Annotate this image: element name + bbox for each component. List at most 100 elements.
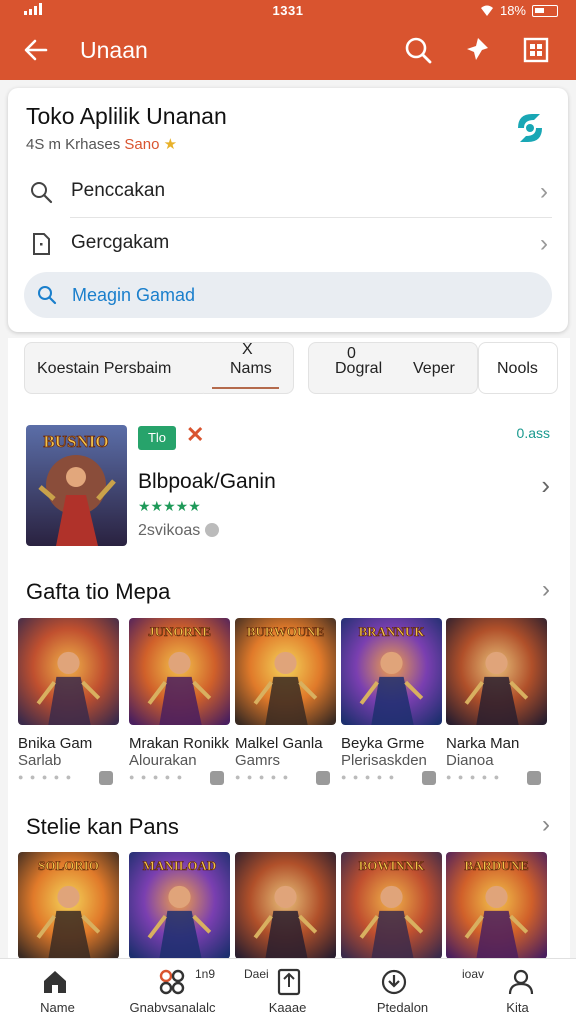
game-art: BURWOUNE [235, 618, 336, 725]
game-tile[interactable]: MANILOAD [129, 852, 230, 959]
chevron-right-icon[interactable]: › [542, 576, 550, 604]
home-icon [44, 971, 66, 993]
nav-label: Name [40, 1000, 75, 1015]
wifi-icon [480, 5, 493, 16]
game-tile[interactable]: BRANNUK Beyka Grme Plerisaskden ● ● ● ● ● [341, 618, 442, 785]
store-title: Toko Aplilik Unanan [26, 103, 227, 129]
info-icon [527, 771, 541, 785]
chip-close-icon: X [242, 341, 253, 358]
nav-apps[interactable]: Daei Kaaae [230, 959, 345, 1024]
store-meta: 4S m Krhases Sano ★ [26, 135, 177, 153]
section-title: Stelie kan Pans [26, 814, 179, 839]
app-info-card: Toko Aplilik Unanan 4S m Krhases Sano ★ … [8, 88, 568, 332]
game-tile[interactable] [235, 852, 336, 959]
apps-icon [277, 968, 301, 996]
chip-dogral[interactable]: 0 Dogral Veper [308, 342, 478, 394]
brand-logo-icon [518, 114, 542, 142]
chip-category[interactable]: Koestain Persbaim [24, 342, 210, 394]
chip-label: Koestain Persbaim [37, 360, 172, 377]
game-title: Malkel Ganla [235, 735, 323, 752]
nav-games[interactable]: 1n9 Gnabvsanalalc [115, 959, 230, 1024]
chevron-right-icon[interactable]: › [542, 811, 550, 839]
pin-icon[interactable] [462, 34, 494, 66]
game-tile[interactable]: BARDUNE [446, 852, 547, 959]
battery-percent: 18% [499, 3, 526, 18]
arrow-left-icon[interactable] [22, 36, 50, 64]
download-icon [381, 969, 407, 995]
chip-label: Dogral [335, 360, 383, 377]
nav-profile[interactable]: ioav Kita [460, 959, 575, 1024]
featured-meta-text: 2svikoas [138, 522, 201, 539]
grid-icon[interactable] [520, 34, 552, 66]
game-title: Mrakan Ronikk [129, 735, 230, 752]
cover-logo-text: MANILOAD [143, 858, 217, 873]
cover-logo-text: BUSNIO [43, 432, 108, 451]
game-title: Beyka Grme [341, 735, 425, 752]
search-placeholder: Meagin Gamad [72, 285, 196, 305]
menu-row-document[interactable]: Gercgakam › [8, 218, 568, 270]
game-art: BRANNUK [341, 618, 442, 725]
info-icon [204, 523, 219, 537]
game-art: BARDUNE [446, 852, 547, 959]
search-field[interactable]: Meagin Gamad [24, 272, 552, 318]
game-cover: JUNORNE [129, 618, 230, 725]
game-tile[interactable]: BOWINNK [341, 852, 442, 959]
app-size: 0.ass [516, 425, 550, 441]
featured-title: Blbpoak/Ganin [138, 470, 276, 493]
nav-label: Kaaae [268, 1000, 307, 1015]
section-title: Gafta tio Mepa [26, 579, 171, 604]
person-icon [508, 969, 534, 995]
close-icon[interactable]: ✕ [186, 422, 204, 448]
info-icon [316, 771, 330, 785]
game-tile[interactable]: SOLORIO [18, 852, 119, 959]
cover-logo-text: BRANNUK [359, 624, 426, 639]
game-subtitle: Dianoa [446, 752, 494, 769]
chevron-right-icon: › [540, 178, 548, 205]
page-title: Unaan [80, 37, 148, 63]
document-icon [33, 233, 50, 255]
battery-icon [532, 4, 558, 17]
game-cover [18, 618, 119, 725]
rating-dots: ● ● ● ● ● [341, 771, 442, 785]
nav-label: Kita [506, 1000, 529, 1015]
game-art [446, 618, 547, 725]
nav-extra: ioav [462, 967, 485, 981]
game-tile[interactable]: BURWOUNE Malkel Ganla Gamrs ● ● ● ● ● [235, 618, 336, 785]
info-icon [99, 771, 113, 785]
game-art [235, 852, 336, 959]
chevron-right-icon[interactable]: › [541, 470, 550, 501]
featured-meta: 2svikoas [138, 522, 219, 540]
search-icon[interactable] [402, 34, 434, 66]
rating-dots: ● ● ● ● ● [129, 771, 230, 785]
game-cover: BRANNUK [341, 618, 442, 725]
chip-underline [212, 387, 279, 389]
chip-label: Nools [497, 360, 538, 377]
game-cover [446, 618, 547, 725]
game-tile[interactable]: Narka Man Dianoa ● ● ● ● ● [446, 618, 547, 785]
cover-logo-text: BURWOUNE [247, 624, 325, 639]
nav-extra: Daei [244, 967, 269, 981]
game-tile[interactable]: JUNORNE Mrakan Ronikk Alourakan ● ● ● ● ● [129, 618, 230, 785]
chip-label: Veper [413, 360, 455, 377]
chip-nools[interactable]: Nools [478, 342, 558, 394]
chip-nams[interactable]: X Nams [204, 341, 294, 394]
search-icon [38, 286, 57, 305]
cover-logo-text: BARDUNE [464, 858, 528, 873]
game-art: BUSNIO [26, 425, 127, 546]
game-subtitle: Alourakan [129, 752, 197, 769]
featured-app[interactable]: BUSNIO Tlo ✕ 0.ass Blbpoak/Ganin ★★★★★ 2… [8, 414, 570, 554]
cover-logo-text: SOLORIO [38, 858, 99, 873]
nav-home[interactable]: Name [0, 959, 115, 1024]
info-icon [422, 771, 436, 785]
nav-extra: 1n9 [195, 967, 216, 981]
bottom-nav: Name 1n9 Gnabvsanalalc Daei Kaaae Ptedal… [0, 958, 576, 1024]
chip-label: Nams [230, 360, 272, 377]
status-bar: 1331 18% [0, 0, 576, 22]
game-art: MANILOAD [129, 852, 230, 959]
store-meta-text: 4S m Krhases [26, 136, 121, 153]
game-subtitle: Gamrs [235, 752, 280, 769]
search-icon [31, 182, 53, 204]
game-tile[interactable]: Bnika Gam Sarlab ● ● ● ● ● [18, 618, 119, 785]
nav-downloads[interactable]: Ptedalon [345, 959, 460, 1024]
menu-row-search[interactable]: Penccakan › [8, 166, 568, 218]
